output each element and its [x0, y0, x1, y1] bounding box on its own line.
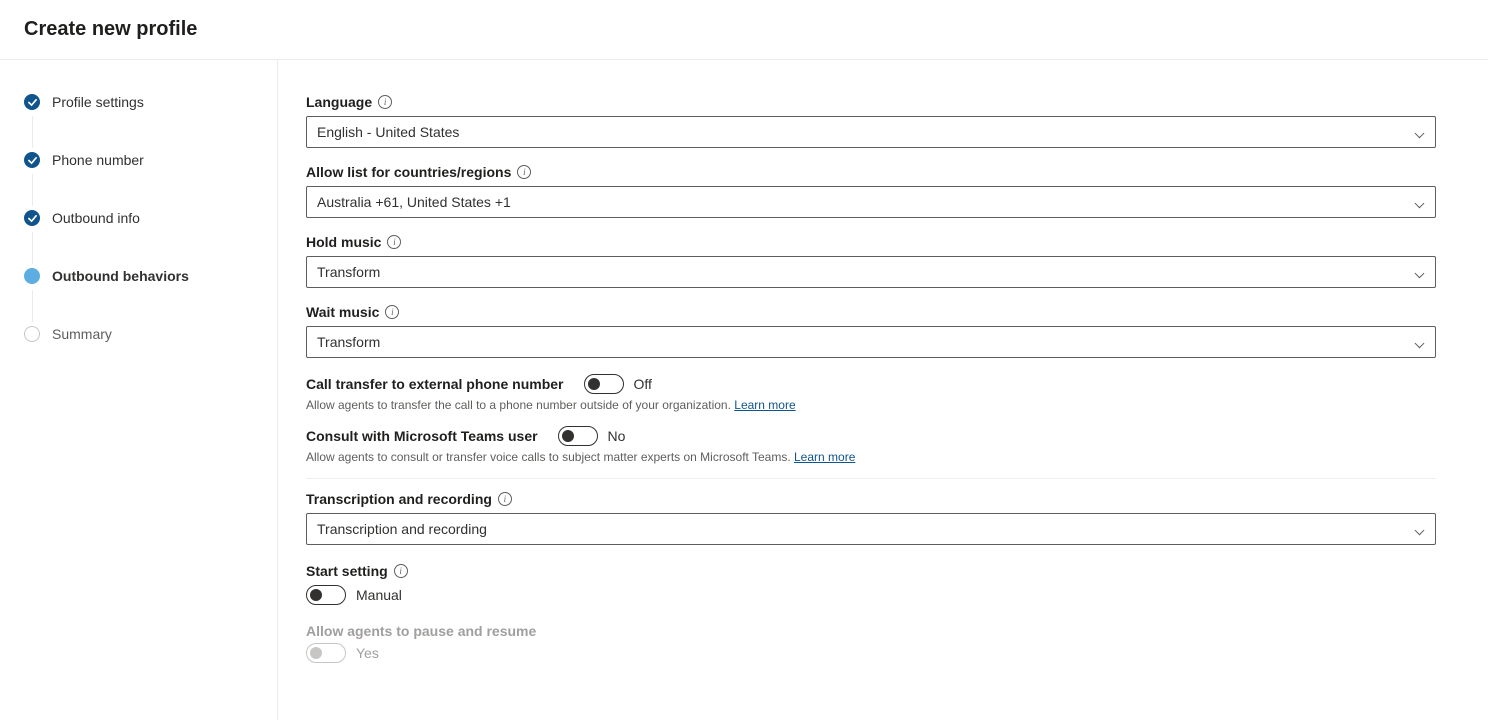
field-start-setting: Start setting i Manual [306, 563, 1436, 605]
step-label: Outbound info [52, 210, 140, 226]
field-call-transfer: Call transfer to external phone number O… [306, 374, 1436, 412]
label-transcription: Transcription and recording [306, 491, 492, 507]
toggle-state: Manual [356, 587, 402, 603]
layout: Profile settings Phone number Outbound i… [0, 60, 1488, 720]
current-step-icon [24, 268, 40, 284]
info-icon[interactable]: i [517, 165, 531, 179]
select-transcription[interactable]: Transcription and recording [306, 513, 1436, 545]
check-icon [24, 210, 40, 226]
step-summary[interactable]: Summary [24, 326, 277, 384]
toggle-call-transfer[interactable] [584, 374, 624, 394]
helptext-consult-teams: Allow agents to consult or transfer voic… [306, 450, 1436, 464]
helptext-call-transfer: Allow agents to transfer the call to a p… [306, 398, 1436, 412]
field-hold-music: Hold music i Transform [306, 234, 1436, 288]
check-icon [24, 94, 40, 110]
step-label: Outbound behaviors [52, 268, 189, 284]
label-consult-teams: Consult with Microsoft Teams user [306, 428, 538, 444]
divider [306, 478, 1436, 479]
label-pause-resume: Allow agents to pause and resume [306, 623, 1436, 639]
select-language[interactable]: English - United States [306, 116, 1436, 148]
info-icon[interactable]: i [387, 235, 401, 249]
pending-step-icon [24, 326, 40, 342]
field-pause-resume: Allow agents to pause and resume Yes [306, 623, 1436, 663]
label-hold-music: Hold music [306, 234, 381, 250]
learn-more-link[interactable]: Learn more [794, 450, 855, 464]
toggle-start-setting[interactable] [306, 585, 346, 605]
field-transcription: Transcription and recording i Transcript… [306, 491, 1436, 545]
step-outbound-info[interactable]: Outbound info [24, 210, 277, 268]
toggle-state: No [608, 428, 626, 444]
page-header: Create new profile [0, 0, 1488, 60]
step-profile-settings[interactable]: Profile settings [24, 94, 277, 152]
info-icon[interactable]: i [394, 564, 408, 578]
label-allow-list: Allow list for countries/regions [306, 164, 511, 180]
label-wait-music: Wait music [306, 304, 379, 320]
info-icon[interactable]: i [378, 95, 392, 109]
info-icon[interactable]: i [385, 305, 399, 319]
select-wait-music[interactable]: Transform [306, 326, 1436, 358]
field-consult-teams: Consult with Microsoft Teams user No All… [306, 426, 1436, 464]
check-icon [24, 152, 40, 168]
select-value: English - United States [317, 124, 459, 140]
step-label: Phone number [52, 152, 144, 168]
learn-more-link[interactable]: Learn more [734, 398, 795, 412]
step-phone-number[interactable]: Phone number [24, 152, 277, 210]
toggle-state: Yes [356, 645, 379, 661]
select-value: Transform [317, 334, 380, 350]
select-value: Transcription and recording [317, 521, 487, 537]
toggle-consult-teams[interactable] [558, 426, 598, 446]
step-outbound-behaviors[interactable]: Outbound behaviors [24, 268, 277, 326]
label-language: Language [306, 94, 372, 110]
steps-sidebar: Profile settings Phone number Outbound i… [0, 60, 278, 720]
select-allow-list[interactable]: Australia +61, United States +1 [306, 186, 1436, 218]
toggle-state: Off [634, 376, 652, 392]
page-title: Create new profile [24, 18, 1488, 41]
select-value: Transform [317, 264, 380, 280]
form-main: Language i English - United States Allow… [278, 60, 1488, 720]
info-icon[interactable]: i [498, 492, 512, 506]
select-hold-music[interactable]: Transform [306, 256, 1436, 288]
toggle-pause-resume [306, 643, 346, 663]
label-start-setting: Start setting [306, 563, 388, 579]
field-allow-list: Allow list for countries/regions i Austr… [306, 164, 1436, 218]
field-language: Language i English - United States [306, 94, 1436, 148]
step-label: Profile settings [52, 94, 144, 110]
step-label: Summary [52, 326, 112, 342]
label-call-transfer: Call transfer to external phone number [306, 376, 564, 392]
select-value: Australia +61, United States +1 [317, 194, 511, 210]
field-wait-music: Wait music i Transform [306, 304, 1436, 358]
